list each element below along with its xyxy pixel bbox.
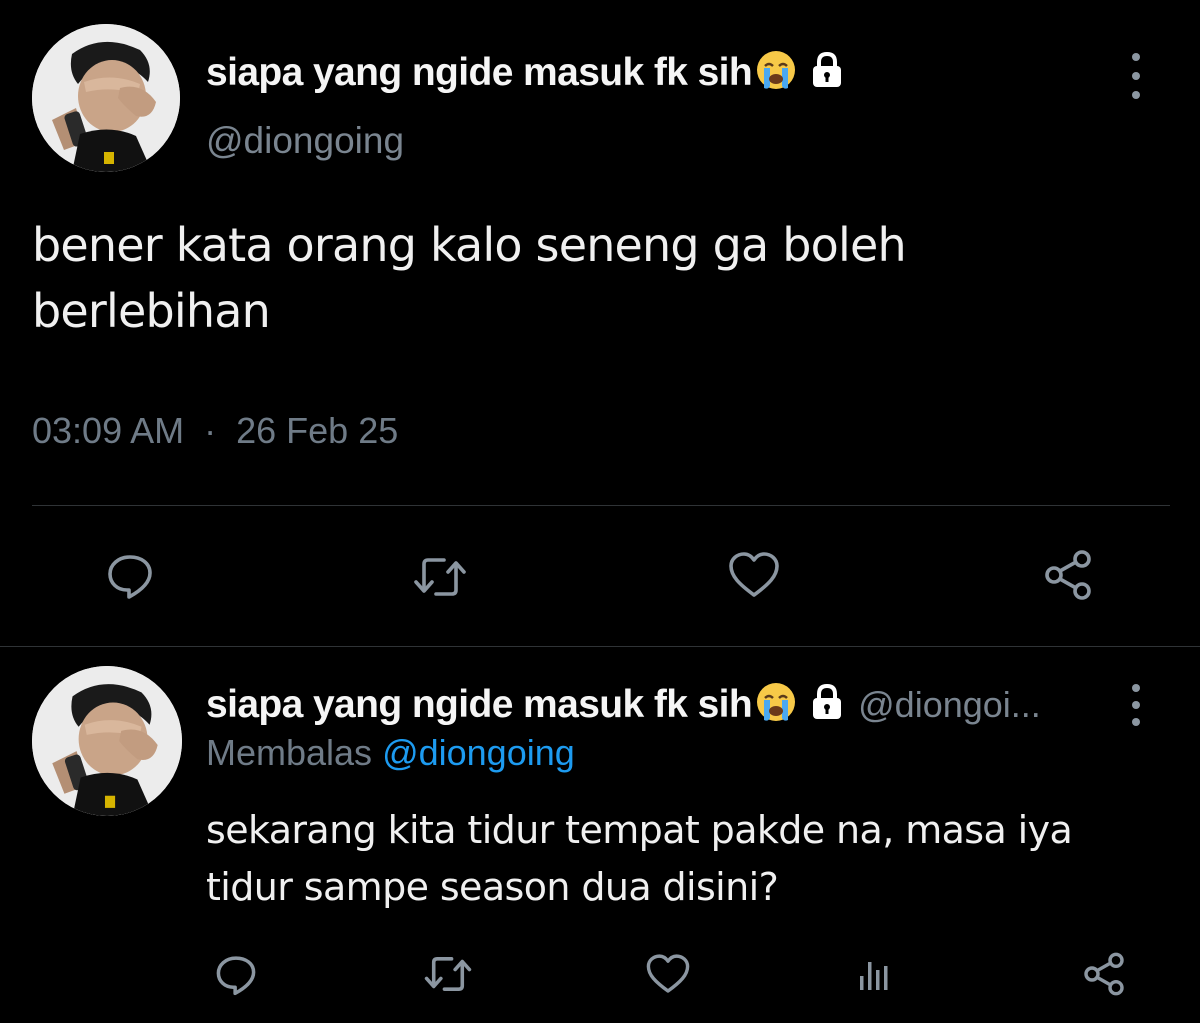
- replying-to-line: Membalas @diongoing: [206, 732, 575, 774]
- share-icon: [1084, 952, 1124, 996]
- analytics-icon: [860, 962, 888, 990]
- avatar-photo: [32, 666, 182, 816]
- divider: [0, 646, 1200, 647]
- like-icon: [646, 954, 690, 993]
- tweet-time: 03:09 AM: [32, 410, 185, 451]
- reply-share-button[interactable]: [1074, 944, 1134, 1004]
- avatar-photo: [32, 24, 180, 172]
- reply-reply-button[interactable]: [206, 944, 266, 1004]
- tweet-timestamp[interactable]: 03:09 AM · 26 Feb 25: [32, 410, 398, 452]
- reply-author-row[interactable]: siapa yang ngide masuk fk sih @diongoi..…: [206, 680, 1041, 729]
- retweet-icon: [414, 558, 466, 596]
- reply-text: sekarang kita tidur tempat pakde na, mas…: [206, 802, 1073, 916]
- replying-to-mention[interactable]: @diongoing: [382, 732, 575, 773]
- reply-retweet-button[interactable]: [418, 944, 478, 1004]
- divider: [32, 505, 1170, 506]
- like-icon: [729, 552, 779, 597]
- lock-icon: [810, 51, 844, 94]
- tweet-text: bener kata orang kalo seneng ga boleh be…: [32, 212, 907, 344]
- reply-icon: [216, 956, 256, 996]
- reply-icon: [108, 555, 152, 599]
- reply-text-line: tidur sampe season dua disini?: [206, 865, 779, 909]
- crying-face-emoji-icon: [754, 48, 798, 97]
- reply-button[interactable]: [100, 545, 160, 605]
- like-button[interactable]: [724, 545, 784, 605]
- meta-separator: ·: [204, 410, 217, 451]
- author-handle[interactable]: @diongoing: [206, 120, 404, 162]
- crying-face-emoji-icon: [754, 680, 798, 729]
- display-name: siapa yang ngide masuk fk sih: [206, 50, 753, 94]
- reply-handle: @diongoi...: [858, 683, 1041, 725]
- reply-text-line: sekarang kita tidur tempat pakde na, mas…: [206, 808, 1073, 852]
- avatar[interactable]: [32, 24, 180, 172]
- tweet-text-line: bener kata orang kalo seneng ga boleh: [32, 218, 907, 272]
- reply-like-button[interactable]: [638, 944, 698, 1004]
- share-button[interactable]: [1038, 545, 1098, 605]
- tweet-date: 26 Feb 25: [236, 410, 399, 451]
- more-options-icon[interactable]: [1126, 53, 1146, 99]
- retweet-button[interactable]: [410, 547, 470, 607]
- replying-prefix: Membalas: [206, 732, 373, 773]
- more-options-icon[interactable]: [1126, 684, 1146, 726]
- lock-icon: [810, 683, 844, 726]
- retweet-icon: [424, 957, 472, 991]
- reply-analytics-button[interactable]: [844, 944, 904, 1004]
- reply-avatar[interactable]: [32, 666, 182, 816]
- reply-display-name: siapa yang ngide masuk fk sih: [206, 682, 753, 726]
- tweet-text-line: berlebihan: [32, 284, 271, 338]
- share-icon: [1045, 550, 1091, 600]
- author-name-row[interactable]: siapa yang ngide masuk fk sih: [206, 48, 844, 97]
